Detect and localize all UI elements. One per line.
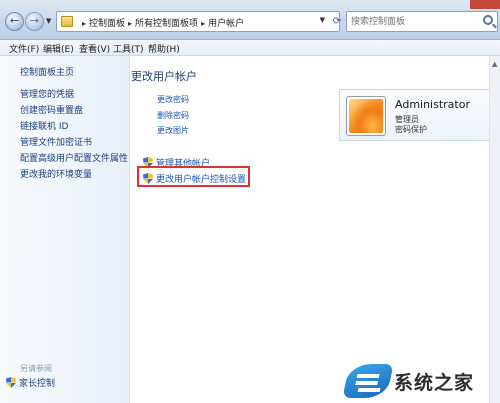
menu-edit[interactable]: 编辑(E) (43, 42, 74, 55)
chevron-right-icon: ▸ (128, 19, 133, 28)
arrow-right-icon: → (29, 14, 40, 27)
parental-control-label: 家长控制 (19, 379, 56, 389)
uac-settings-link[interactable]: 更改用户帐户控制设置 (143, 172, 246, 185)
change-password-link[interactable]: 更改密码 (157, 94, 189, 105)
chevron-down-icon: ▼ (46, 17, 52, 25)
sidebar-item-link-online-id[interactable]: 链接联机 ID (20, 119, 68, 132)
window-controls (470, 0, 500, 9)
back-button[interactable]: ← (5, 12, 24, 31)
sidebar-item-encryption-certificates[interactable]: 管理文件加密证书 (20, 135, 92, 148)
sidebar-item-manage-credentials[interactable]: 管理您的凭据 (20, 87, 74, 100)
sidebar-item-environment-variables[interactable]: 更改我的环境变量 (20, 167, 92, 180)
breadcrumb: ▸ 控制面板 ▸ 所有控制面板项 ▸ 用户帐户 (79, 16, 244, 29)
recent-pages-dropdown[interactable]: ▼ (46, 17, 51, 25)
uac-settings-label: 更改用户帐户控制设置 (156, 175, 247, 185)
address-dropdown-icon[interactable]: ▼ (320, 16, 325, 24)
address-toolbar: ← → ▼ ▸ 控制面板 ▸ 所有控制面板项 ▸ 用户帐户 ▼ ⟳ (0, 0, 500, 40)
main-content: 更改用户帐户 更改密码 删除密码 更改图片 管理其他帐户 更改用户帐户控制设置 … (131, 56, 500, 403)
address-field[interactable]: ▸ 控制面板 ▸ 所有控制面板项 ▸ 用户帐户 ▼ (56, 11, 340, 32)
user-card: Administrator 管理员 密码保护 (339, 89, 491, 141)
sidebar-item-home[interactable]: 控制面板主页 (20, 65, 74, 78)
control-panel-icon (61, 16, 73, 27)
watermark-logo-icon (342, 364, 394, 398)
change-picture-link[interactable]: 更改图片 (157, 125, 189, 136)
see-also-heading: 另请参阅 (20, 364, 52, 373)
breadcrumb-item-all-items[interactable]: 所有控制面板项 (135, 19, 198, 29)
watermark-logo: 系统之家 (340, 360, 500, 403)
search-icon[interactable] (483, 15, 493, 25)
page-title: 更改用户帐户 (131, 70, 197, 83)
refresh-button[interactable]: ⟳ (330, 12, 344, 31)
refresh-icon: ⟳ (332, 16, 342, 27)
menu-bar: 文件(F) 编辑(E) 查看(V) 工具(T) 帮助(H) (0, 40, 500, 56)
sidebar-item-password-reset-disk[interactable]: 创建密码重置盘 (20, 103, 83, 116)
sidebar: 控制面板主页 管理您的凭据 创建密码重置盘 链接联机 ID 管理文件加密证书 配… (0, 56, 130, 403)
search-input[interactable] (347, 12, 477, 31)
sidebar-item-advanced-profile-properties[interactable]: 配置高级用户配置文件属性 (20, 151, 128, 164)
vertical-scrollbar[interactable]: ▲ (489, 56, 500, 403)
arrow-left-icon: ← (9, 14, 20, 27)
avatar[interactable] (346, 96, 386, 136)
password-status: 密码保护 (395, 125, 427, 134)
chevron-right-icon: ▸ (82, 19, 87, 28)
user-picture (349, 99, 383, 133)
remove-password-link[interactable]: 删除密码 (157, 110, 189, 121)
shield-icon (6, 377, 16, 388)
menu-help[interactable]: 帮助(H) (148, 42, 180, 55)
menu-view[interactable]: 查看(V) (79, 42, 110, 55)
menu-tools[interactable]: 工具(T) (113, 42, 144, 55)
menu-file[interactable]: 文件(F) (9, 42, 39, 55)
breadcrumb-item-control-panel[interactable]: 控制面板 (89, 19, 125, 29)
user-name: Administrator (395, 98, 470, 111)
watermark-text: 系统之家 (394, 372, 475, 394)
shield-icon (143, 173, 153, 184)
sidebar-item-parental-control[interactable]: 家长控制 (6, 376, 55, 389)
breadcrumb-item-user-accounts[interactable]: 用户帐户 (208, 19, 244, 29)
scroll-up-icon[interactable]: ▲ (492, 60, 497, 68)
chevron-right-icon: ▸ (201, 19, 206, 28)
close-window-button[interactable] (470, 0, 500, 9)
forward-button[interactable]: → (25, 12, 44, 31)
search-box[interactable] (346, 11, 498, 32)
